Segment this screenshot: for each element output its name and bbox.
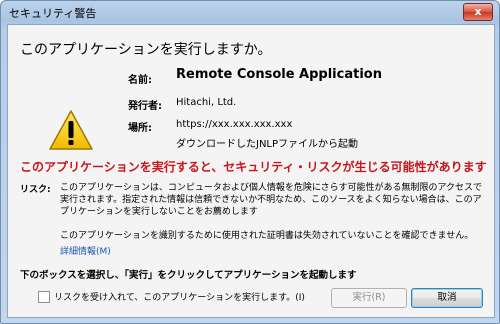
dialog-content: このアプリケーションを実行しますか。 名前: Remote Console Ap…	[7, 24, 495, 318]
risk-warning: このアプリケーションを実行すると、セキュリティ・リスクが生じる可能性があります	[20, 160, 487, 174]
accept-risk-checkbox[interactable]	[38, 291, 50, 303]
warning-triangle-icon	[48, 109, 94, 151]
risk-description: このアプリケーションは、コンピュータおよび個人情報を危険にさらす可能性がある無制…	[60, 183, 483, 217]
certificate-note: このアプリケーションを識別するために使用された証明書は失効されていないことを確認…	[60, 231, 474, 241]
window-title: セキュリティ警告	[9, 7, 97, 20]
application-name: Remote Console Application	[176, 67, 382, 82]
publisher-value: Hitachi, Ltd.	[176, 97, 237, 108]
publisher-label: 発行者:	[128, 101, 162, 112]
location-label: 場所:	[128, 123, 152, 134]
name-label: 名前:	[128, 75, 152, 86]
risk-label: リスク:	[20, 185, 51, 195]
location-url: https://xxx.xxx.xxx.xxx	[176, 119, 293, 130]
instruction-text: 下のボックスを選択し、「実行」をクリックしてアプリケーションを起動します	[20, 270, 357, 281]
close-button[interactable]: x	[463, 3, 493, 21]
location-note: ダウンロードしたJNLPファイルから起動	[176, 139, 359, 150]
run-button[interactable]: 実行(R)	[331, 288, 407, 308]
cancel-button[interactable]: 取消	[411, 288, 483, 308]
dialog-heading: このアプリケーションを実行しますか。	[20, 42, 272, 58]
more-info-link[interactable]: 詳細情報(M)	[60, 244, 111, 257]
security-warning-dialog: セキュリティ警告 x このアプリケーションを実行しますか。 名前: Remote…	[0, 0, 500, 324]
title-bar[interactable]: セキュリティ警告 x	[1, 1, 499, 23]
accept-risk-label[interactable]: リスクを受け入れて、このアプリケーションを実行します。(I)	[54, 290, 305, 303]
